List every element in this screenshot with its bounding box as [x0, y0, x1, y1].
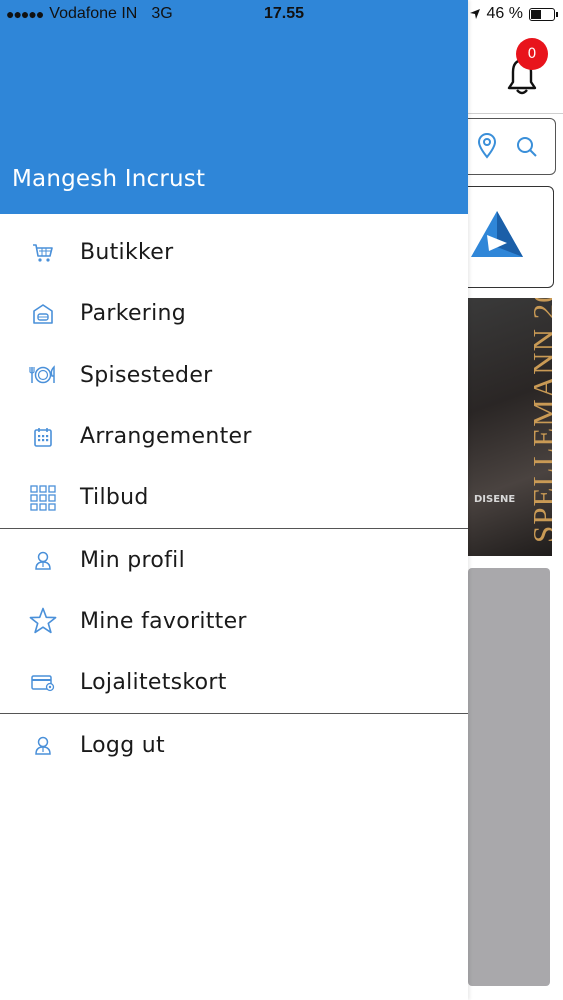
clock: 17.55	[264, 5, 305, 22]
header-divider	[468, 113, 563, 114]
promo-banner[interactable]: DISENE SPELLEMANN 2016	[468, 298, 552, 556]
battery-percent: 46 %	[486, 5, 523, 22]
menu-item-tilbud[interactable]: Tilbud	[0, 467, 468, 528]
network-type: 3G	[151, 5, 173, 22]
menu-item-butikker[interactable]: Butikker	[0, 222, 468, 283]
drawer-header: Mangesh Incrust	[0, 0, 468, 214]
carrier-name: Vodafone IN	[49, 5, 138, 22]
menu-item-label: Lojalitetskort	[80, 670, 227, 696]
menu-item-label: Tilbud	[80, 485, 149, 511]
menu-item-min-profil[interactable]: Min profil	[0, 529, 468, 590]
search-icon[interactable]	[515, 135, 539, 159]
calendar-icon	[28, 423, 58, 451]
status-bar: ●●●●● Vodafone IN 3G 17.55 46 %	[0, 0, 563, 30]
plate-cutlery-icon	[28, 361, 58, 389]
notification-bell[interactable]: 0	[502, 38, 548, 98]
navigation-drawer: Mangesh Incrust Butikker Parkering Spise…	[0, 0, 468, 1000]
banner-title: SPELLEMANN 2016	[526, 298, 552, 543]
battery-fill	[531, 9, 541, 19]
drawer-menu: Butikker Parkering Spisesteder Arrangeme…	[0, 222, 468, 776]
menu-item-spisesteder[interactable]: Spisesteder	[0, 345, 468, 406]
menu-item-label: Min profil	[80, 547, 185, 573]
menu-item-label: Arrangementer	[80, 424, 252, 450]
user-name: Mangesh Incrust	[12, 166, 206, 192]
menu-item-label: Spisesteder	[80, 362, 213, 388]
location-arrow-icon	[469, 9, 480, 19]
garage-icon	[28, 300, 58, 328]
brand-logo-icon	[471, 211, 523, 257]
battery-icon	[529, 7, 558, 21]
menu-item-logg-ut[interactable]: Logg ut	[0, 714, 468, 775]
user-icon	[28, 546, 58, 574]
cart-icon	[28, 239, 58, 267]
banner-subtext: DISENE	[474, 494, 516, 505]
notification-badge: 0	[516, 38, 548, 70]
signal-strength-icon: ●●●●●	[6, 6, 44, 22]
content-card-placeholder[interactable]	[468, 568, 550, 986]
star-icon	[28, 607, 58, 635]
menu-item-mine-favoritter[interactable]: Mine favoritter	[0, 591, 468, 652]
menu-item-label: Logg ut	[80, 732, 165, 758]
card-icon	[28, 669, 58, 697]
menu-item-label: Mine favoritter	[80, 608, 247, 634]
menu-item-label: Butikker	[80, 240, 174, 266]
menu-item-lojalitetskort[interactable]: Lojalitetskort	[0, 652, 468, 713]
logout-user-icon	[28, 731, 58, 759]
location-pin-icon[interactable]	[477, 133, 497, 159]
grid-icon	[28, 484, 58, 512]
menu-item-arrangementer[interactable]: Arrangementer	[0, 406, 468, 467]
menu-item-parkering[interactable]: Parkering	[0, 283, 468, 344]
menu-item-label: Parkering	[80, 301, 187, 327]
